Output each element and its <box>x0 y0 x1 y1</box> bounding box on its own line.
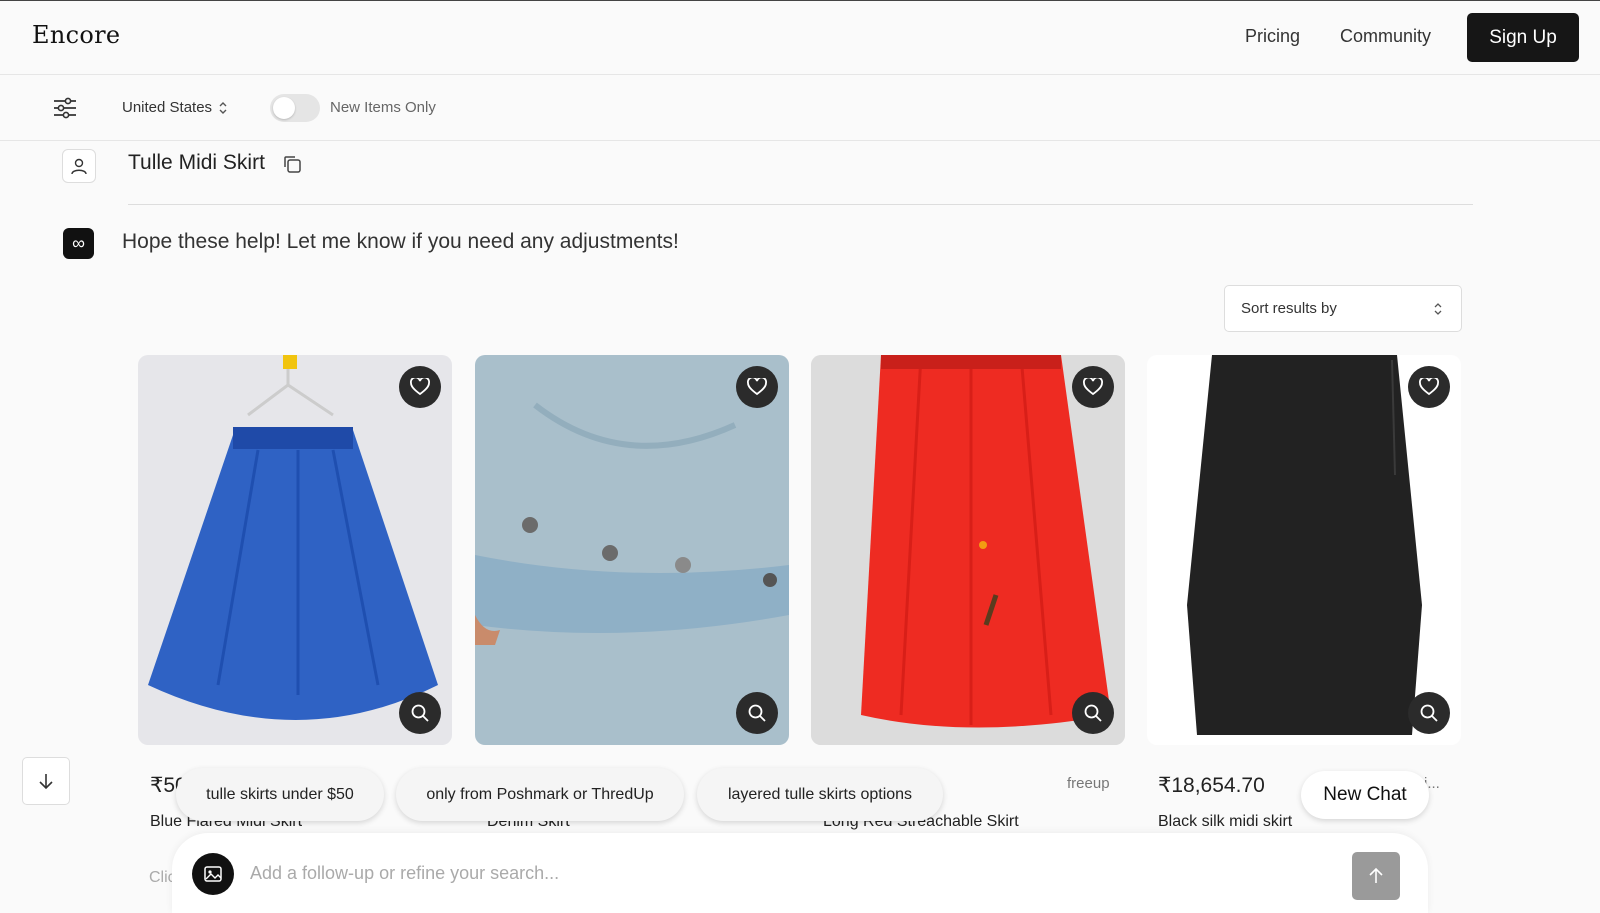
favorite-button[interactable] <box>1072 366 1114 408</box>
nav-link-pricing[interactable]: Pricing <box>1245 26 1300 47</box>
red-skirt-photo <box>811 355 1125 745</box>
heart-icon <box>1419 378 1439 396</box>
zoom-button[interactable] <box>1072 692 1114 734</box>
composer <box>172 833 1428 913</box>
favorite-button[interactable] <box>736 366 778 408</box>
suggestion-chip[interactable]: tulle skirts under $50 <box>176 768 384 821</box>
image-icon <box>204 866 222 882</box>
product-card[interactable]: freeup Long Red Streachable Skirt <box>811 355 1125 830</box>
logo[interactable]: Encore <box>32 21 120 49</box>
new-items-label: New Items Only <box>330 99 436 116</box>
search-icon <box>1084 704 1102 722</box>
assistant-message: Hope these help! Let me know if you need… <box>122 230 679 253</box>
blue-skirt-photo <box>148 355 438 720</box>
search-icon <box>411 704 429 722</box>
suggestion-chip[interactable]: layered tulle skirts options <box>697 768 943 821</box>
product-seller: freeup <box>1067 775 1110 792</box>
denim-skirt-photo <box>475 402 789 645</box>
favorite-button[interactable] <box>1408 366 1450 408</box>
heart-icon <box>747 378 767 396</box>
favorite-button[interactable] <box>399 366 441 408</box>
send-button[interactable] <box>1352 852 1400 900</box>
scroll-down-button[interactable] <box>22 757 70 805</box>
toggle-knob <box>273 97 295 119</box>
heart-icon <box>1083 378 1103 396</box>
user-icon <box>71 158 87 175</box>
product-price: ₹18,654.70 <box>1158 774 1265 797</box>
arrow-up-icon <box>1369 867 1383 883</box>
sort-results-select[interactable]: Sort results by <box>1224 285 1462 332</box>
country-value: United States <box>122 99 213 116</box>
user-avatar <box>62 149 96 183</box>
filter-sliders-icon[interactable] <box>52 96 78 120</box>
product-card[interactable]: ₹50 Blue Flared Midi Skirt <box>138 355 452 830</box>
sort-label: Sort results by <box>1241 300 1337 317</box>
conversation-divider <box>128 204 1473 205</box>
chevron-up-down-icon <box>219 101 227 114</box>
infinity-icon: ∞ <box>72 233 85 253</box>
heart-icon <box>410 378 430 396</box>
zoom-button[interactable] <box>399 692 441 734</box>
search-icon <box>748 704 766 722</box>
product-image[interactable] <box>475 355 789 745</box>
top-nav-bar: Encore Pricing Community Sign Up <box>0 0 1600 75</box>
new-chat-button[interactable]: New Chat <box>1301 771 1429 819</box>
black-skirt-photo <box>1187 355 1422 735</box>
product-image[interactable] <box>138 355 452 745</box>
chevron-up-down-icon <box>1434 302 1442 315</box>
product-card[interactable]: ₹18,654.70 i... Black silk midi skirt <box>1147 355 1461 830</box>
nav-link-community[interactable]: Community <box>1340 26 1431 47</box>
follow-up-input[interactable] <box>250 863 1300 884</box>
product-image[interactable] <box>811 355 1125 745</box>
product-image[interactable] <box>1147 355 1461 745</box>
sign-up-button[interactable]: Sign Up <box>1467 13 1579 62</box>
zoom-button[interactable] <box>1408 692 1450 734</box>
product-card[interactable]: Denim Skirt <box>475 355 789 830</box>
arrow-down-icon <box>39 774 53 790</box>
suggestion-chip[interactable]: only from Poshmark or ThredUp <box>396 768 684 821</box>
user-query: Tulle Midi Skirt <box>128 151 265 174</box>
country-select[interactable]: United States <box>122 99 228 116</box>
copy-icon[interactable] <box>282 154 302 174</box>
filter-bar: United States New Items Only <box>0 75 1600 141</box>
image-upload-button[interactable] <box>192 853 234 895</box>
product-title[interactable]: Black silk midi skirt <box>1158 813 1292 831</box>
new-items-toggle[interactable] <box>270 94 320 122</box>
search-icon <box>1420 704 1438 722</box>
assistant-avatar: ∞ <box>63 228 94 259</box>
zoom-button[interactable] <box>736 692 778 734</box>
